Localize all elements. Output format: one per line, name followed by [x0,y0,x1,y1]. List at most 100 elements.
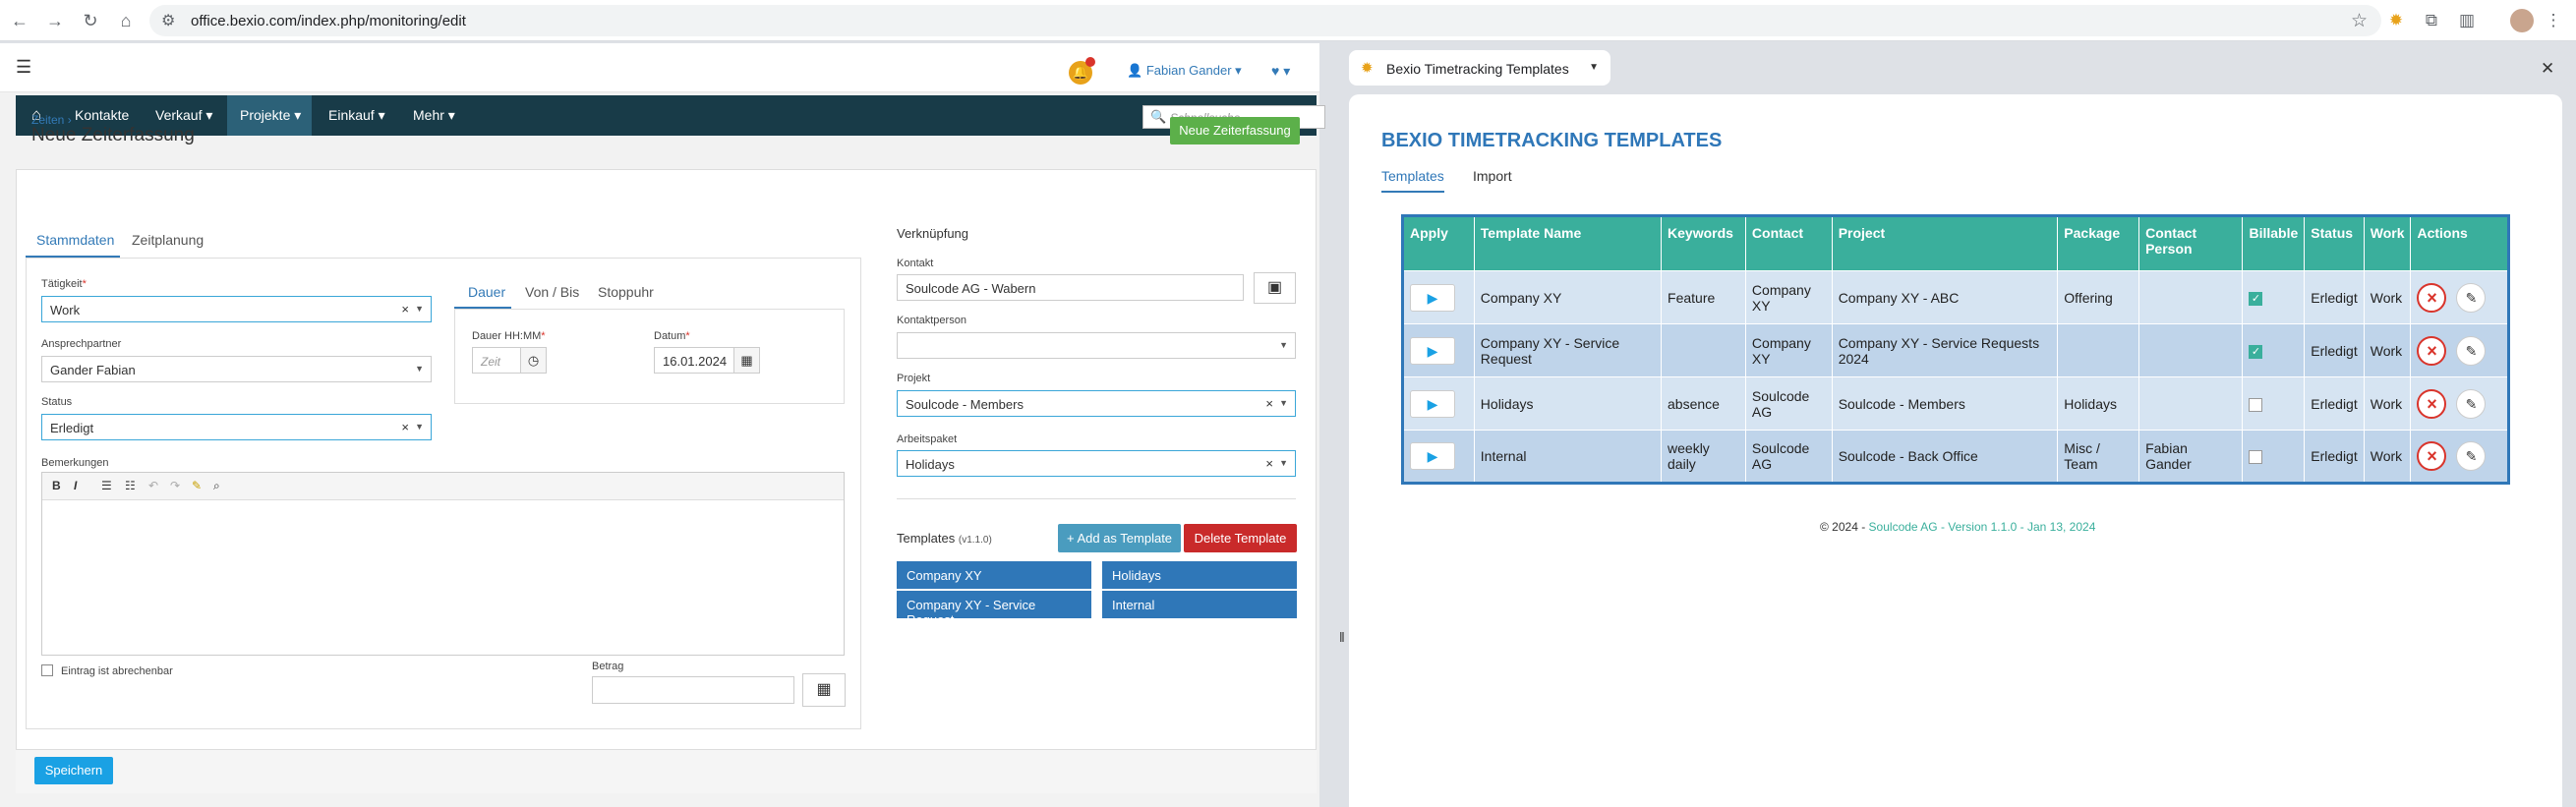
close-icon[interactable]: ✕ [2541,59,2554,79]
tab-templates[interactable]: Templates [1381,168,1444,184]
delete-template-button[interactable]: Delete Template [1184,524,1297,552]
calendar-icon[interactable]: ▦ [733,348,759,373]
tab-zeitplanung[interactable]: Zeitplanung [132,232,204,248]
delete-x-icon[interactable]: × [2417,388,2447,419]
clear-icon[interactable]: × [401,420,409,434]
ansprechpartner-label: Ansprechpartner [41,338,122,350]
apply-play-icon[interactable]: ▶ [1410,389,1455,418]
edit-wrench-icon[interactable]: ✎ [2456,441,2487,471]
datum-input[interactable]: 16.01.2024 ▦ [654,347,760,374]
redo-icon[interactable]: ↷ [170,479,180,492]
delete-x-icon[interactable]: × [2417,282,2447,313]
new-zeiterfassung-button[interactable]: Neue Zeiterfassung [1170,117,1300,144]
italic-icon[interactable]: I [74,479,77,492]
nav-mehr[interactable]: Mehr ▾ [413,107,455,124]
billable-checkbox[interactable]: ✓ [2249,344,2263,359]
undo-icon[interactable]: ↶ [148,479,158,492]
table-row: ▶ Company XY - Service Request Company X… [1402,323,2509,377]
col-contact-person: Contact Person [2138,215,2244,271]
bemerkungen-editor[interactable]: B I ☰ ☷ ↶ ↷ ✎ ⌕ [41,472,845,656]
nav-verkauf[interactable]: Verkauf ▾ [155,107,212,124]
save-button[interactable]: Speichern [34,757,113,784]
abrechenbar-checkbox[interactable] [41,664,53,676]
tab-von-bis[interactable]: Von / Bis [525,284,579,300]
delete-x-icon[interactable]: × [2417,441,2447,471]
back-icon[interactable]: ← [8,9,31,32]
url-text: office.bexio.com/index.php/monitoring/ed… [191,13,466,29]
apply-play-icon[interactable]: ▶ [1410,283,1455,312]
cell-name: Internal [1474,430,1663,484]
status-select[interactable]: Erledigt × ▼ [41,414,432,440]
side-panel-icon[interactable]: ▥ [2454,8,2480,33]
nav-einkauf[interactable]: Einkauf ▾ [328,107,385,124]
arbeitspaket-value: Holidays [906,457,955,472]
cell-status: Erledigt [2304,376,2365,431]
table-row: ▶ Internal weekly daily Soulcode AG Soul… [1402,430,2509,484]
clear-format-icon[interactable]: ✎ [192,479,202,492]
cell-work: Work [2364,323,2412,377]
datum-label: Datum* [654,330,690,342]
hamburger-icon[interactable]: ☰ [16,57,31,78]
nav-kontakte[interactable]: Kontakte [75,107,129,123]
tab-stammdaten[interactable]: Stammdaten [36,232,114,248]
cell-keywords: weekly daily [1661,430,1746,484]
betrag-input[interactable] [592,676,794,704]
user-menu[interactable]: 👤 Fabian Gander ▾ [1127,63,1242,79]
side-panel-selector[interactable]: ✹ Bexio Timetracking Templates ▼ [1349,50,1610,86]
dauer-input[interactable]: Zeit ◷ [472,347,547,374]
favorites-heart-icon[interactable]: ♥ ▾ [1271,63,1290,80]
clear-icon[interactable]: × [401,302,409,317]
edit-wrench-icon[interactable]: ✎ [2456,388,2487,419]
page-title: Neue Zeiterfassung [31,125,195,145]
extensions-puzzle-icon[interactable]: ⧉ [2419,8,2444,33]
bullet-list-icon[interactable]: ☰ [101,479,112,492]
source-icon[interactable]: ⌕ [213,479,220,493]
billable-checkbox[interactable]: ✓ [2249,291,2263,306]
apply-play-icon[interactable]: ▶ [1410,442,1455,470]
tab-stoppuhr[interactable]: Stoppuhr [598,284,654,300]
apply-play-icon[interactable]: ▶ [1410,336,1455,365]
clock-icon[interactable]: ◷ [520,348,546,373]
footer-company-link[interactable]: Soulcode AG [1869,520,1938,534]
template-button-company-xy-service[interactable]: Company XY - Service Request [897,591,1091,627]
tab-dauer[interactable]: Dauer [468,284,505,300]
billable-checkbox[interactable] [2249,397,2263,412]
reload-icon[interactable]: ↻ [79,9,102,32]
address-bar[interactable]: ⚙ office.bexio.com/index.php/monitoring/… [149,5,2381,36]
add-as-template-button[interactable]: + Add as Template [1058,524,1181,552]
arbeitspaket-select[interactable]: Holidays × ▼ [897,450,1296,477]
notification-bell-icon[interactable]: 🔔 [1069,57,1095,85]
forward-icon[interactable]: → [43,9,67,32]
template-button-holidays[interactable]: Holidays [1102,561,1297,589]
clear-icon[interactable]: × [1265,396,1273,411]
template-button-company-xy[interactable]: Company XY [897,561,1091,589]
numbered-list-icon[interactable]: ☷ [125,479,136,492]
pane-resize-handle[interactable]: ‖ [1339,629,1345,645]
editor-toolbar: B I ☰ ☷ ↶ ↷ ✎ ⌕ [42,473,844,500]
template-button-internal[interactable]: Internal [1102,591,1297,618]
extension-icon[interactable]: ✹ [2383,8,2409,33]
calculator-icon[interactable]: ▦ [802,673,846,707]
taetigkeit-select[interactable]: Work × ▼ [41,296,432,322]
contact-card-icon[interactable]: ▣ [1254,272,1296,304]
nav-projekte[interactable]: Projekte ▾ [240,107,301,124]
projekt-value: Soulcode - Members [906,397,1024,412]
profile-avatar[interactable] [2510,9,2534,32]
edit-wrench-icon[interactable]: ✎ [2456,282,2487,313]
menu-kebab-icon[interactable]: ⋮ [2541,8,2566,33]
site-info-icon[interactable]: ⚙ [161,11,175,30]
cell-contact: Soulcode AG [1745,430,1833,484]
projekt-select[interactable]: Soulcode - Members × ▼ [897,390,1296,417]
extension-heading: BEXIO TIMETRACKING TEMPLATES [1381,130,1723,151]
clear-icon[interactable]: × [1265,456,1273,471]
kontakt-input[interactable]: Soulcode AG - Wabern [897,274,1244,301]
ansprechpartner-select[interactable]: Gander Fabian ▼ [41,356,432,382]
tab-import[interactable]: Import [1473,168,1512,184]
delete-x-icon[interactable]: × [2417,335,2447,366]
bold-icon[interactable]: B [52,479,61,492]
home-icon[interactable]: ⌂ [114,9,138,32]
edit-wrench-icon[interactable]: ✎ [2456,335,2487,366]
kontaktperson-select[interactable]: ▼ [897,332,1296,359]
billable-checkbox[interactable] [2249,450,2263,465]
bookmark-star-icon[interactable]: ☆ [2351,10,2368,32]
